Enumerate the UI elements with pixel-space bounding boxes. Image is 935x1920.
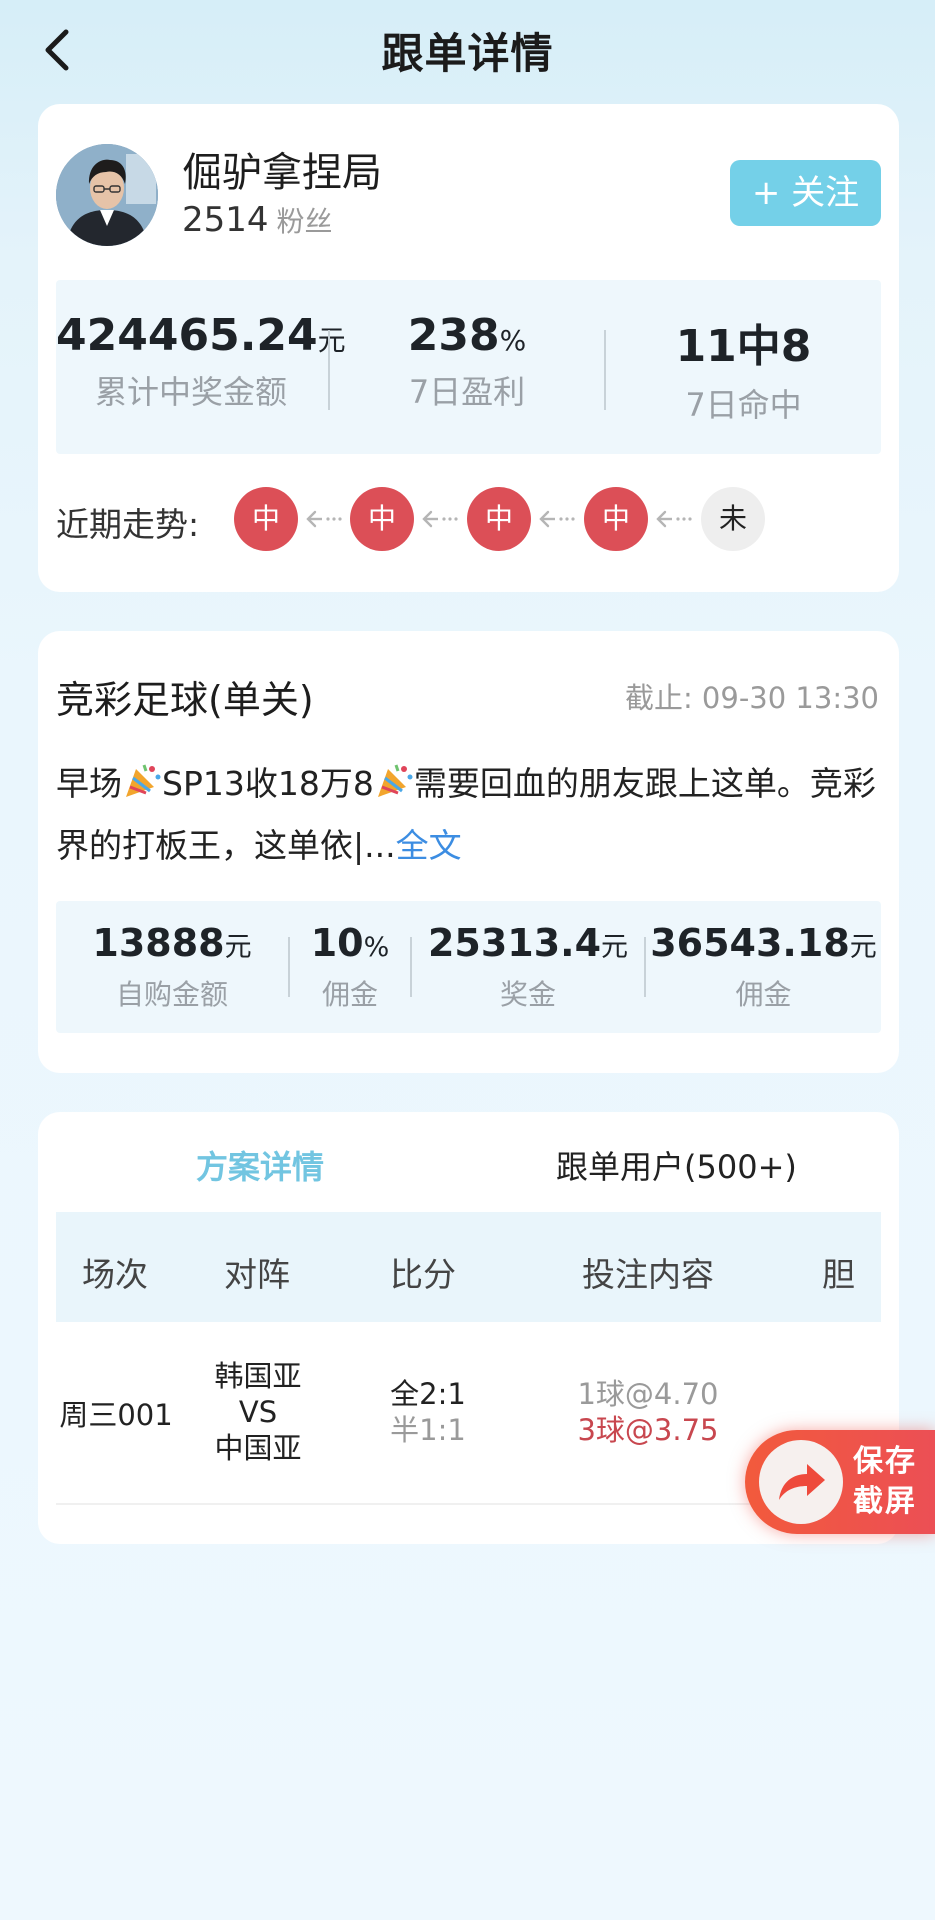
read-more-link[interactable]: 全文 (396, 826, 462, 865)
page-title: 跟单详情 (381, 29, 554, 78)
fans-number: 2514 (182, 200, 269, 240)
stat-label: 奖金 (499, 978, 556, 1011)
nav-bar: 跟单详情 (0, 0, 935, 100)
stat-unit: 元 (601, 932, 629, 963)
stat-value: 36543.18 (650, 921, 850, 965)
trend-dot-win: 中 (584, 487, 648, 551)
tab-plan-details[interactable]: 方案详情 (196, 1142, 324, 1188)
score: 全2:1 半1:1 (368, 1376, 488, 1448)
stat-label: 佣金 (321, 978, 378, 1011)
stat-7day-profit: 238% 7日盈利 (330, 310, 604, 413)
score-half: 半1:1 (390, 1413, 466, 1447)
stat-value: 10 (310, 921, 364, 965)
plan-card: 竞彩足球(单关) 截止: 09-30 13:30 早场 SP13收18万8 需要回血… (38, 631, 899, 1073)
trend-dot-win: 中 (467, 487, 531, 551)
order-stats-panel: 13888元 自购金额 10% 佣金 25313.4元 奖金 36543.18元… (56, 901, 881, 1033)
follow-button[interactable]: + 关注 (730, 160, 881, 226)
stat-value: 25313.4 (427, 921, 602, 965)
stat-value: 424465.24 (56, 310, 318, 361)
desc-part: SP13收18万8 (162, 764, 374, 803)
table-header: 场次 对阵 比分 投注内容 胆 (56, 1212, 881, 1322)
bet-content: 1球@4.70 3球@3.75 (558, 1376, 738, 1448)
score-full: 全2:1 (390, 1377, 466, 1411)
avatar[interactable] (56, 144, 158, 246)
stat-unit: 元 (224, 932, 252, 963)
stat-prize: 25313.4元 奖金 (412, 921, 644, 1013)
left-arrow-icon (656, 510, 692, 528)
stat-unit: % (499, 324, 527, 357)
fans-count: 2514 粉丝 (182, 200, 333, 240)
trend-dot-pending: 未 (701, 487, 765, 551)
col-header-score: 比分 (390, 1255, 456, 1294)
desc-part: 早场 (56, 764, 122, 803)
col-header-teams: 对阵 (224, 1255, 290, 1294)
stat-self-purchase: 13888元 自购金额 (56, 921, 288, 1013)
fans-label: 粉丝 (276, 205, 333, 238)
trend-dot-win: 中 (234, 487, 298, 551)
bet-option-highlight: 3球@3.75 (577, 1413, 719, 1447)
save-screenshot-button[interactable]: 保存 截屏 (745, 1430, 935, 1534)
stat-label: 自购金额 (115, 978, 228, 1011)
left-arrow-icon (422, 510, 458, 528)
stat-label: 7日盈利 (408, 373, 526, 411)
stat-commission: 36543.18元 佣金 (646, 921, 881, 1013)
lottery-title: 竞彩足球(单关) (56, 678, 314, 722)
stat-value: 238 (407, 310, 500, 361)
col-header-bet: 投注内容 (582, 1255, 714, 1294)
deadline: 截止: 09-30 13:30 (624, 681, 879, 715)
stat-value: 13888 (92, 921, 225, 965)
left-arrow-icon (539, 510, 575, 528)
party-popper-icon (126, 764, 161, 797)
plan-description[interactable]: 早场 SP13收18万8 需要回血的朋友跟上这单。竞彩界的打板王，这单依|...全文 (56, 753, 876, 877)
profile-card: 倔驴拿捏局 2514 粉丝 + 关注 424465.24元 累计中奖金额 238%… (38, 104, 899, 592)
username: 倔驴拿捏局 (182, 150, 382, 196)
away-team: 中国亚 (214, 1431, 302, 1465)
trend-label: 近期走势: (56, 505, 200, 544)
share-icon (759, 1440, 843, 1524)
bet-option: 1球@4.70 (577, 1377, 719, 1411)
matchup: 韩国亚 VS 中国亚 (198, 1358, 318, 1466)
col-header-banker: 胆 (822, 1255, 855, 1294)
stat-commission-rate: 10% 佣金 (290, 921, 410, 1013)
col-header-match-no: 场次 (82, 1255, 148, 1294)
stat-label: 佣金 (735, 978, 792, 1011)
stat-7day-hit: 11中8 7日命中 (606, 310, 881, 426)
save-label-line: 截屏 (853, 1484, 917, 1519)
party-popper-icon (377, 764, 413, 797)
save-label-line: 保存 (853, 1444, 917, 1479)
stat-total-winnings: 424465.24元 累计中奖金额 (56, 310, 346, 413)
home-team: 韩国亚 (214, 1359, 302, 1393)
stat-value: 11中8 (675, 321, 812, 372)
stat-unit: % (363, 932, 390, 963)
trend-dot-win: 中 (350, 487, 414, 551)
stat-label: 7日命中 (685, 386, 802, 424)
left-arrow-icon (306, 510, 342, 528)
match-number: 周三001 (59, 1398, 173, 1432)
stats-panel: 424465.24元 累计中奖金额 238% 7日盈利 11中8 7日命中 (56, 280, 881, 454)
stat-unit: 元 (849, 932, 877, 963)
vs-label: VS (238, 1395, 278, 1429)
tab-follow-users[interactable]: 跟单用户(500+) (556, 1142, 797, 1188)
save-button-label: 保存 截屏 (853, 1442, 933, 1522)
stat-label: 累计中奖金额 (94, 373, 287, 411)
